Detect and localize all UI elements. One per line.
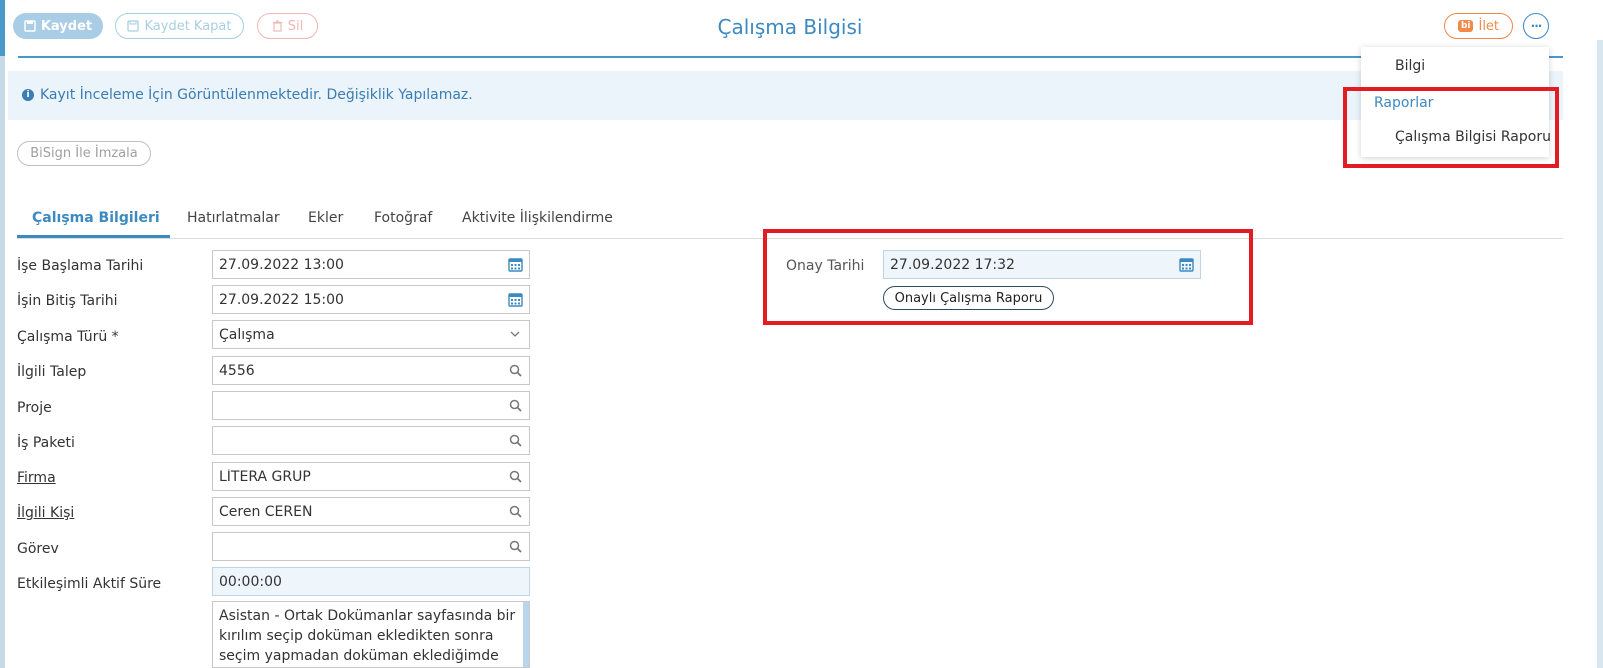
start-date-value: 27.09.2022 13:00 — [219, 256, 344, 273]
tab-work-info[interactable]: Çalışma Bilgileri — [32, 210, 160, 226]
task-field[interactable] — [212, 532, 530, 561]
company-label-link[interactable]: Firma — [17, 470, 56, 486]
highlight-box-reports — [1343, 87, 1559, 168]
info-message: i Kayıt İnceleme İçin Görüntülenmektedir… — [22, 87, 473, 103]
page: Kaydet Kaydet Kapat Sil Çalışma Bilgisi … — [0, 0, 1603, 668]
related-request-value: 4556 — [219, 362, 255, 379]
menu-item-bilgi[interactable]: Bilgi — [1395, 58, 1425, 74]
work-package-field[interactable] — [212, 426, 530, 455]
more-options-button[interactable]: ··· — [1523, 13, 1549, 39]
interaction-time-field: 00:00:00 — [212, 567, 530, 596]
save-close-label: Kaydet Kapat — [144, 18, 232, 34]
work-package-label: İş Paketi — [17, 435, 75, 451]
search-icon[interactable] — [507, 469, 523, 485]
save-icon — [24, 20, 36, 32]
search-icon[interactable] — [507, 504, 523, 520]
end-date-value: 27.09.2022 15:00 — [219, 291, 344, 308]
highlight-box-approval — [763, 229, 1253, 325]
project-field[interactable] — [212, 391, 530, 420]
ellipsis-icon: ··· — [1530, 19, 1543, 33]
start-date-field[interactable]: 27.09.2022 13:00 — [212, 250, 530, 279]
contact-label-link[interactable]: İlgili Kişi — [17, 505, 74, 521]
tab-attachments[interactable]: Ekler — [308, 210, 343, 226]
interaction-time-value: 00:00:00 — [219, 573, 282, 590]
trash-icon — [272, 20, 282, 32]
tab-photo[interactable]: Fotoğraf — [374, 210, 432, 226]
bisign-label: BiSign İle İmzala — [30, 146, 138, 161]
right-scrollbar[interactable] — [1597, 40, 1603, 668]
save-close-button[interactable]: Kaydet Kapat — [115, 13, 244, 39]
bisign-button[interactable]: BiSign İle İmzala — [17, 141, 151, 166]
work-type-select[interactable]: Çalışma — [212, 320, 530, 349]
related-request-field[interactable]: 4556 — [212, 356, 530, 385]
forward-label: İlet — [1478, 18, 1500, 34]
left-edge — [0, 0, 5, 668]
interaction-time-label: Etkileşimli Aktif Süre — [17, 576, 162, 592]
textarea-scrollbar[interactable] — [523, 602, 529, 667]
start-date-label: İşe Başlama Tarihi — [17, 258, 144, 274]
info-icon: i — [22, 89, 34, 101]
page-title: Çalışma Bilgisi — [717, 15, 863, 39]
search-icon[interactable] — [507, 398, 523, 414]
calendar-icon[interactable] — [507, 257, 523, 273]
company-field[interactable]: LİTERA GRUP — [212, 462, 530, 491]
forward-button[interactable]: bi İlet — [1444, 13, 1513, 39]
search-icon[interactable] — [507, 539, 523, 555]
search-icon[interactable] — [507, 363, 523, 379]
info-message-text: Kayıt İnceleme İçin Görüntülenmektedir. … — [40, 87, 473, 103]
project-label: Proje — [17, 400, 52, 416]
company-value: LİTERA GRUP — [219, 468, 311, 485]
task-label: Görev — [17, 541, 59, 557]
tab-activity-link[interactable]: Aktivite İlişkilendirme — [462, 210, 613, 226]
description-textarea[interactable]: Asistan - Ortak Dokümanlar sayfasında bi… — [212, 601, 530, 668]
delete-button[interactable]: Sil — [257, 13, 318, 39]
search-icon[interactable] — [507, 433, 523, 449]
work-type-label: Çalışma Türü * — [17, 329, 119, 345]
calendar-icon[interactable] — [507, 292, 523, 308]
save-icon — [127, 20, 140, 32]
bi-logo-icon: bi — [1457, 20, 1474, 32]
title-divider — [18, 56, 1563, 58]
save-button[interactable]: Kaydet — [13, 13, 103, 39]
delete-label: Sil — [287, 18, 304, 34]
tab-reminders[interactable]: Hatırlatmalar — [187, 210, 280, 226]
related-request-label: İlgili Talep — [17, 364, 87, 380]
work-type-value: Çalışma — [219, 326, 275, 343]
left-edge-accent — [0, 0, 5, 56]
save-label: Kaydet — [40, 18, 93, 34]
contact-field[interactable]: Ceren CEREN — [212, 497, 530, 526]
contact-value: Ceren CEREN — [219, 503, 313, 520]
end-date-label: İşin Bitiş Tarihi — [17, 293, 118, 309]
description-text: Asistan - Ortak Dokümanlar sayfasında bi… — [219, 608, 516, 664]
chevron-down-icon[interactable] — [507, 327, 523, 343]
end-date-field[interactable]: 27.09.2022 15:00 — [212, 285, 530, 314]
